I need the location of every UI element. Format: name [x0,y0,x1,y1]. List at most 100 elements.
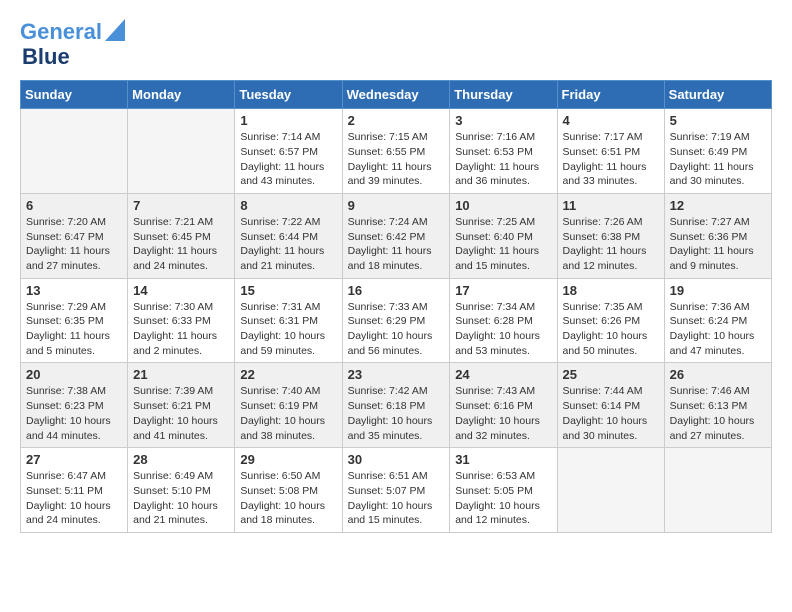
page-header: General Blue [20,20,772,70]
day-info: Sunrise: 7:29 AM Sunset: 6:35 PM Dayligh… [26,300,122,359]
calendar-cell: 22Sunrise: 7:40 AM Sunset: 6:19 PM Dayli… [235,363,342,448]
logo: General Blue [20,20,125,70]
logo-blue: Blue [22,44,70,70]
calendar-cell: 13 Sunrise: 7:29 AM Sunset: 6:35 PM Dayli… [21,278,128,363]
day-number: 8 [240,198,336,213]
day-info: Sunrise: 6:50 AM Sunset: 5:08 PM Dayligh… [240,469,336,528]
day-info: Sunrise: 7:26 AM Sunset: 6:38 PM Dayligh… [563,215,659,274]
day-info: Sunrise: 7:21 AM Sunset: 6:45 PM Dayligh… [133,215,229,274]
day-info: Sunrise: 7:20 AM Sunset: 6:47 PM Dayligh… [26,215,122,274]
day-number: 6 [26,198,122,213]
logo-icon [105,19,125,41]
calendar-cell: 20 Sunrise: 7:38 AM Sunset: 6:23 PM Dayli… [21,363,128,448]
day-header-friday: Friday [557,81,664,109]
day-number: 18 [563,283,659,298]
day-number: 30 [348,452,445,467]
day-info: Sunrise: 6:53 AM Sunset: 5:05 PM Dayligh… [455,469,551,528]
day-number: 26 [670,367,766,382]
logo-text: General [20,20,102,44]
day-info: Sunrise: 7:44 AM Sunset: 6:14 PM Dayligh… [563,384,659,443]
day-info: Sunrise: 7:42 AM Sunset: 6:18 PM Dayligh… [348,384,445,443]
day-info: Sunrise: 7:16 AM Sunset: 6:53 PM Dayligh… [455,130,551,189]
day-info: Sunrise: 7:27 AM Sunset: 6:36 PM Dayligh… [670,215,766,274]
day-info: Sunrise: 7:46 AM Sunset: 6:13 PM Dayligh… [670,384,766,443]
day-number: 4 [563,113,659,128]
day-number: 1 [240,113,336,128]
day-info: Sunrise: 7:40 AM Sunset: 6:19 PM Dayligh… [240,384,336,443]
day-info: Sunrise: 7:24 AM Sunset: 6:42 PM Dayligh… [348,215,445,274]
day-info: Sunrise: 7:25 AM Sunset: 6:40 PM Dayligh… [455,215,551,274]
calendar-cell: 29Sunrise: 6:50 AM Sunset: 5:08 PM Dayli… [235,448,342,533]
day-number: 10 [455,198,551,213]
calendar-cell: 10 Sunrise: 7:25 AM Sunset: 6:40 PM Dayli… [450,193,557,278]
calendar-cell: 16Sunrise: 7:33 AM Sunset: 6:29 PM Dayli… [342,278,450,363]
calendar-cell: 3Sunrise: 7:16 AM Sunset: 6:53 PM Daylig… [450,109,557,194]
day-number: 7 [133,198,229,213]
day-info: Sunrise: 7:39 AM Sunset: 6:21 PM Dayligh… [133,384,229,443]
calendar-cell [664,448,771,533]
calendar-cell: 11 Sunrise: 7:26 AM Sunset: 6:38 PM Dayli… [557,193,664,278]
day-header-row: SundayMondayTuesdayWednesdayThursdayFrid… [21,81,772,109]
day-number: 19 [670,283,766,298]
day-info: Sunrise: 6:49 AM Sunset: 5:10 PM Dayligh… [133,469,229,528]
calendar-cell: 19 Sunrise: 7:36 AM Sunset: 6:24 PM Dayli… [664,278,771,363]
day-number: 13 [26,283,122,298]
day-info: Sunrise: 7:36 AM Sunset: 6:24 PM Dayligh… [670,300,766,359]
day-number: 15 [240,283,336,298]
calendar-cell: 26 Sunrise: 7:46 AM Sunset: 6:13 PM Dayli… [664,363,771,448]
day-number: 17 [455,283,551,298]
calendar-cell: 9 Sunrise: 7:24 AM Sunset: 6:42 PM Daylig… [342,193,450,278]
day-number: 25 [563,367,659,382]
calendar-cell: 12 Sunrise: 7:27 AM Sunset: 6:36 PM Dayli… [664,193,771,278]
day-number: 16 [348,283,445,298]
day-info: Sunrise: 7:38 AM Sunset: 6:23 PM Dayligh… [26,384,122,443]
day-header-saturday: Saturday [664,81,771,109]
week-row-3: 13 Sunrise: 7:29 AM Sunset: 6:35 PM Dayli… [21,278,772,363]
calendar-table: SundayMondayTuesdayWednesdayThursdayFrid… [20,80,772,533]
calendar-cell: 27 Sunrise: 6:47 AM Sunset: 5:11 PM Dayli… [21,448,128,533]
calendar-cell: 4 Sunrise: 7:17 AM Sunset: 6:51 PM Daylig… [557,109,664,194]
calendar-cell: 30 Sunrise: 6:51 AM Sunset: 5:07 PM Dayli… [342,448,450,533]
calendar-cell: 25 Sunrise: 7:44 AM Sunset: 6:14 PM Dayli… [557,363,664,448]
week-row-2: 6 Sunrise: 7:20 AM Sunset: 6:47 PM Daylig… [21,193,772,278]
week-row-1: 1Sunrise: 7:14 AM Sunset: 6:57 PM Daylig… [21,109,772,194]
calendar-cell: 6 Sunrise: 7:20 AM Sunset: 6:47 PM Daylig… [21,193,128,278]
calendar-cell: 14 Sunrise: 7:30 AM Sunset: 6:33 PM Dayli… [128,278,235,363]
calendar-cell: 15 Sunrise: 7:31 AM Sunset: 6:31 PM Dayli… [235,278,342,363]
calendar-cell: 17Sunrise: 7:34 AM Sunset: 6:28 PM Dayli… [450,278,557,363]
week-row-4: 20 Sunrise: 7:38 AM Sunset: 6:23 PM Dayli… [21,363,772,448]
day-number: 9 [348,198,445,213]
day-header-monday: Monday [128,81,235,109]
calendar-cell: 2Sunrise: 7:15 AM Sunset: 6:55 PM Daylig… [342,109,450,194]
calendar-cell: 1Sunrise: 7:14 AM Sunset: 6:57 PM Daylig… [235,109,342,194]
day-info: Sunrise: 7:35 AM Sunset: 6:26 PM Dayligh… [563,300,659,359]
day-header-sunday: Sunday [21,81,128,109]
day-number: 20 [26,367,122,382]
day-info: Sunrise: 7:22 AM Sunset: 6:44 PM Dayligh… [240,215,336,274]
day-number: 23 [348,367,445,382]
calendar-cell: 24 Sunrise: 7:43 AM Sunset: 6:16 PM Dayli… [450,363,557,448]
day-number: 28 [133,452,229,467]
calendar-cell [128,109,235,194]
day-number: 27 [26,452,122,467]
day-info: Sunrise: 7:43 AM Sunset: 6:16 PM Dayligh… [455,384,551,443]
day-header-thursday: Thursday [450,81,557,109]
day-info: Sunrise: 7:30 AM Sunset: 6:33 PM Dayligh… [133,300,229,359]
calendar-cell [21,109,128,194]
day-number: 11 [563,198,659,213]
day-number: 24 [455,367,551,382]
day-number: 5 [670,113,766,128]
day-number: 31 [455,452,551,467]
day-header-wednesday: Wednesday [342,81,450,109]
day-header-tuesday: Tuesday [235,81,342,109]
day-info: Sunrise: 7:31 AM Sunset: 6:31 PM Dayligh… [240,300,336,359]
day-info: Sunrise: 6:51 AM Sunset: 5:07 PM Dayligh… [348,469,445,528]
day-number: 12 [670,198,766,213]
day-info: Sunrise: 7:19 AM Sunset: 6:49 PM Dayligh… [670,130,766,189]
day-info: Sunrise: 7:17 AM Sunset: 6:51 PM Dayligh… [563,130,659,189]
calendar-cell: 21Sunrise: 7:39 AM Sunset: 6:21 PM Dayli… [128,363,235,448]
day-info: Sunrise: 6:47 AM Sunset: 5:11 PM Dayligh… [26,469,122,528]
calendar-cell: 8 Sunrise: 7:22 AM Sunset: 6:44 PM Daylig… [235,193,342,278]
calendar-cell: 28 Sunrise: 6:49 AM Sunset: 5:10 PM Dayli… [128,448,235,533]
day-number: 14 [133,283,229,298]
